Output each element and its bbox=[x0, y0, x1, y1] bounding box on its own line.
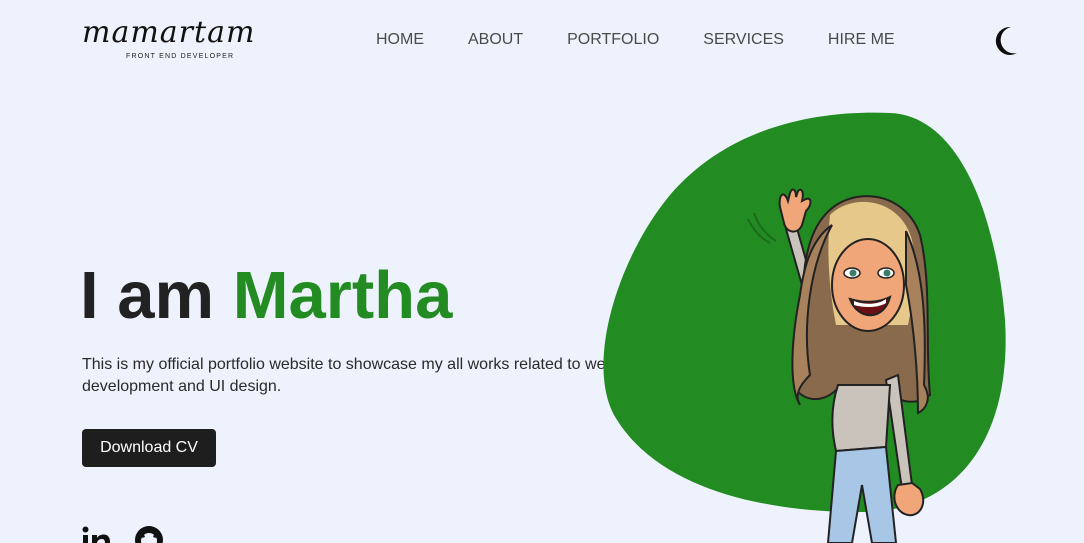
hero-title-prefix: I am bbox=[80, 258, 215, 333]
github-link[interactable] bbox=[134, 525, 164, 543]
site-logo[interactable]: mamartam FRONT END DEVELOPER bbox=[82, 12, 282, 64]
nav-about[interactable]: ABOUT bbox=[468, 30, 523, 50]
logo-text: mamartam bbox=[82, 15, 256, 50]
hero-description: This is my official portfolio website to… bbox=[82, 356, 615, 395]
download-cv-button[interactable]: Download CV bbox=[82, 429, 216, 467]
avatar-illustration bbox=[747, 188, 932, 543]
hero-title: I am Martha bbox=[80, 256, 452, 336]
nav-hire-me[interactable]: HIRE ME bbox=[828, 30, 895, 50]
linkedin-link[interactable] bbox=[82, 525, 112, 543]
nav-home[interactable]: HOME bbox=[376, 30, 424, 50]
hero-title-name: Martha bbox=[232, 258, 453, 333]
nav-portfolio[interactable]: PORTFOLIO bbox=[567, 30, 659, 50]
theme-toggle-button[interactable] bbox=[990, 24, 1022, 58]
logo-tagline: FRONT END DEVELOPER bbox=[126, 53, 235, 60]
social-links bbox=[82, 525, 164, 543]
main-nav: HOME ABOUT PORTFOLIO SERVICES HIRE ME bbox=[376, 30, 895, 50]
hero-illustration bbox=[600, 105, 1020, 543]
portfolio-page: mamartam FRONT END DEVELOPER HOME ABOUT … bbox=[0, 0, 1084, 543]
moon-icon bbox=[995, 26, 1017, 55]
nav-services[interactable]: SERVICES bbox=[703, 30, 784, 50]
github-icon bbox=[135, 526, 163, 543]
linkedin-icon bbox=[82, 526, 110, 543]
